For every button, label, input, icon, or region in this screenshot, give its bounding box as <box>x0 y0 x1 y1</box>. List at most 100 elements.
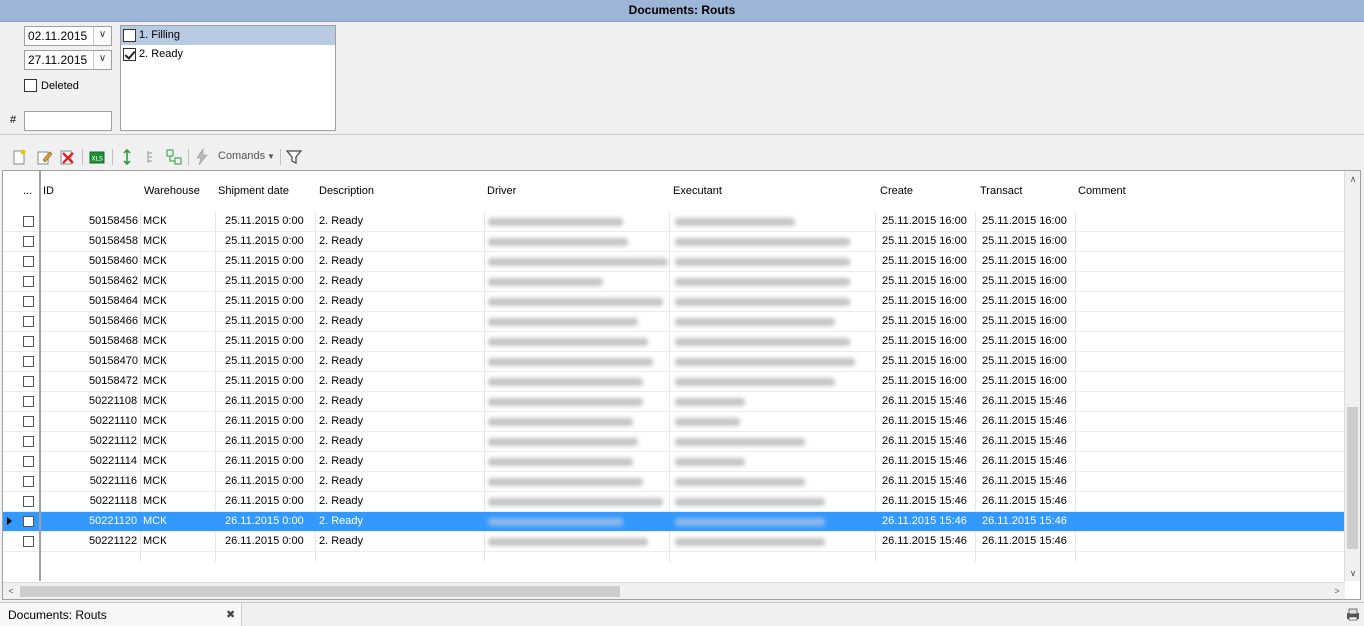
tab-label: Documents: Routs <box>8 608 107 622</box>
status-item-filling[interactable]: 1. Filling <box>121 26 335 45</box>
row-checkbox[interactable] <box>23 375 34 387</box>
row-checkbox[interactable] <box>23 455 34 467</box>
table-row[interactable]: 50221108 МСК 26.11.2015 0:00 2. Ready 26.11.… <box>3 392 1345 412</box>
filter-icon[interactable] <box>285 148 303 166</box>
row-checkbox[interactable] <box>23 475 34 487</box>
status-filling-checkbox[interactable] <box>123 29 136 42</box>
column-header-menu[interactable]: ... <box>23 185 32 197</box>
cell-executant-redacted <box>675 338 850 346</box>
row-checkbox[interactable] <box>23 535 34 547</box>
row-checkbox-box[interactable] <box>23 475 34 487</box>
row-checkbox-box[interactable] <box>23 235 34 247</box>
column-header-create[interactable]: Create <box>880 185 913 197</box>
number-input[interactable] <box>24 111 112 131</box>
row-checkbox[interactable] <box>23 315 34 327</box>
new-document-icon[interactable] <box>10 148 28 166</box>
row-checkbox[interactable] <box>23 515 34 527</box>
column-header-driver[interactable]: Driver <box>487 185 516 197</box>
row-checkbox-box[interactable] <box>23 315 34 327</box>
row-checkbox[interactable] <box>23 355 34 367</box>
collapse-rows-icon[interactable] <box>141 148 159 166</box>
table-row[interactable]: 50158456 МСК 25.11.2015 0:00 2. Ready 25.11.… <box>3 212 1345 232</box>
cell-driver-redacted <box>488 278 603 286</box>
edit-document-icon[interactable] <box>35 148 53 166</box>
row-checkbox-box[interactable] <box>23 515 34 527</box>
table-row[interactable]: 50221112 МСК 26.11.2015 0:00 2. Ready 26.11.… <box>3 432 1345 452</box>
deleted-checkbox[interactable] <box>24 79 37 92</box>
row-checkbox-box[interactable] <box>23 395 34 407</box>
table-row[interactable]: 50158460 МСК 25.11.2015 0:00 2. Ready 25.11.… <box>3 252 1345 272</box>
vertical-scroll-thumb[interactable] <box>1347 407 1358 549</box>
commands-menu[interactable]: Comands <box>218 150 265 162</box>
table-row[interactable]: 50158458 МСК 25.11.2015 0:00 2. Ready 25.11.… <box>3 232 1345 252</box>
row-checkbox-box[interactable] <box>23 455 34 467</box>
row-checkbox-box[interactable] <box>23 335 34 347</box>
tab-documents-routs[interactable]: Documents: Routs ✖ <box>0 603 242 626</box>
date-to-picker[interactable]: 27.11.2015 ∨ <box>24 50 112 70</box>
table-row[interactable]: 50221116 МСК 26.11.2015 0:00 2. Ready 26.11.… <box>3 472 1345 492</box>
row-checkbox[interactable] <box>23 235 34 247</box>
scroll-left-icon[interactable]: < <box>3 583 19 599</box>
vertical-scrollbar[interactable]: ∧ ∨ <box>1344 171 1360 581</box>
chevron-down-icon[interactable]: ▼ <box>267 152 275 161</box>
row-checkbox[interactable] <box>23 415 34 427</box>
printer-icon[interactable] <box>1346 608 1360 621</box>
row-checkbox-box[interactable] <box>23 495 34 507</box>
table-row[interactable]: 50158468 МСК 25.11.2015 0:00 2. Ready 25.11.… <box>3 332 1345 352</box>
scroll-right-icon[interactable]: > <box>1329 583 1345 599</box>
cell-transact: 25.11.2015 16:00 <box>982 235 1067 247</box>
horizontal-scrollbar[interactable]: < > <box>3 582 1345 599</box>
table-row[interactable]: 50221122 МСК 26.11.2015 0:00 2. Ready 26.11.… <box>3 532 1345 552</box>
row-checkbox-box[interactable] <box>23 355 34 367</box>
table-row[interactable]: 50158470 МСК 25.11.2015 0:00 2. Ready 25.11.… <box>3 352 1345 372</box>
row-checkbox[interactable] <box>23 275 34 287</box>
cell-create: 25.11.2015 16:00 <box>882 255 967 267</box>
row-checkbox[interactable] <box>23 215 34 227</box>
chevron-down-icon[interactable]: ∨ <box>93 51 111 69</box>
lightning-icon[interactable] <box>193 148 211 166</box>
table-row[interactable]: 50221118 МСК 26.11.2015 0:00 2. Ready 26.11.… <box>3 492 1345 512</box>
table-row[interactable]: 50158464 МСК 25.11.2015 0:00 2. Ready 25.11.… <box>3 292 1345 312</box>
column-header-comment[interactable]: Comment <box>1078 185 1126 197</box>
column-header-shipment-date[interactable]: Shipment date <box>218 185 289 197</box>
close-icon[interactable]: ✖ <box>226 608 235 621</box>
excel-export-icon[interactable]: XLS <box>88 148 106 166</box>
row-checkbox[interactable] <box>23 335 34 347</box>
row-checkbox-box[interactable] <box>23 275 34 287</box>
row-checkbox[interactable] <box>23 395 34 407</box>
row-checkbox-box[interactable] <box>23 535 34 547</box>
horizontal-scroll-thumb[interactable] <box>20 586 620 597</box>
chevron-down-icon[interactable]: ∨ <box>93 27 111 45</box>
scroll-up-icon[interactable]: ∧ <box>1345 171 1360 187</box>
cell-driver-redacted <box>488 318 638 326</box>
row-checkbox[interactable] <box>23 295 34 307</box>
status-item-ready[interactable]: 2. Ready <box>121 45 335 64</box>
group-rows-icon[interactable] <box>165 148 183 166</box>
row-checkbox[interactable] <box>23 495 34 507</box>
row-checkbox-box[interactable] <box>23 255 34 267</box>
table-row[interactable]: 50158472 МСК 25.11.2015 0:00 2. Ready 25.11.… <box>3 372 1345 392</box>
deleted-filter[interactable]: Deleted <box>24 79 79 92</box>
scroll-down-icon[interactable]: ∨ <box>1345 565 1360 581</box>
status-ready-checkbox[interactable] <box>123 48 136 61</box>
row-checkbox-box[interactable] <box>23 375 34 387</box>
table-row[interactable]: 50158462 МСК 25.11.2015 0:00 2. Ready 25.11.… <box>3 272 1345 292</box>
table-row[interactable]: 50158466 МСК 25.11.2015 0:00 2. Ready 25.11.… <box>3 312 1345 332</box>
table-row[interactable]: 50221114 МСК 26.11.2015 0:00 2. Ready 26.11.… <box>3 452 1345 472</box>
date-from-picker[interactable]: 02.11.2015 ∨ <box>24 26 112 46</box>
row-checkbox-box[interactable] <box>23 435 34 447</box>
column-header-id[interactable]: ID <box>43 185 54 197</box>
expand-rows-icon[interactable] <box>118 148 136 166</box>
table-row[interactable]: 50221110 МСК 26.11.2015 0:00 2. Ready 26.11.… <box>3 412 1345 432</box>
table-row[interactable]: 50221120 МСК 26.11.2015 0:00 2. Ready 26.11.… <box>3 512 1345 532</box>
row-checkbox-box[interactable] <box>23 295 34 307</box>
column-header-executant[interactable]: Executant <box>673 185 722 197</box>
row-checkbox[interactable] <box>23 435 34 447</box>
column-header-description[interactable]: Description <box>319 185 374 197</box>
column-header-warehouse[interactable]: Warehouse <box>144 185 200 197</box>
delete-document-icon[interactable] <box>58 148 76 166</box>
row-checkbox-box[interactable] <box>23 215 34 227</box>
column-header-transact[interactable]: Transact <box>980 185 1022 197</box>
row-checkbox[interactable] <box>23 255 34 267</box>
row-checkbox-box[interactable] <box>23 415 34 427</box>
